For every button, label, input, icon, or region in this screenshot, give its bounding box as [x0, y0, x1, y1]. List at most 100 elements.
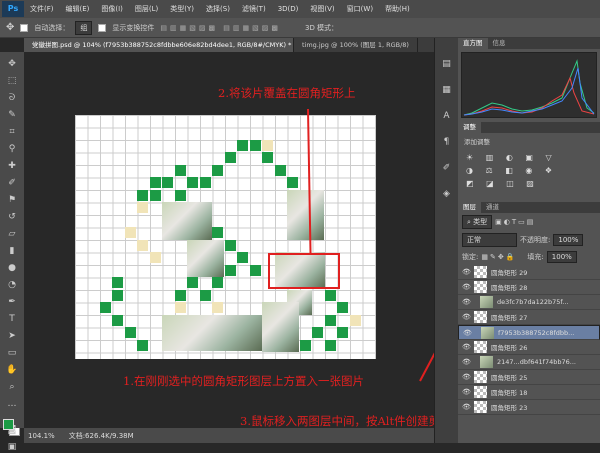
lasso-icon[interactable]: ᘐ	[6, 92, 18, 104]
photo-tile	[187, 240, 224, 277]
layer-row[interactable]: 👁 f7953b388752c8fdbb...	[458, 325, 600, 340]
menu-layer[interactable]: 图层(L)	[129, 4, 164, 14]
layer-row[interactable]: 👁 2147...dbf641f74bb76...	[458, 355, 600, 370]
layer-row[interactable]: 👁 圆角矩形 29	[458, 265, 600, 280]
tab-timg[interactable]: timg.jpg @ 100% (图层 1, RGB/8)	[294, 38, 418, 52]
auto-select-label: 自动选择：	[34, 23, 70, 32]
adjustment-icons[interactable]: ☀ ▥ ◐ ▣ ▽ ◑ ⚖ ◧ ◉ ❖ ◩ ◪ ◫ ▨	[458, 149, 600, 192]
auto-select-dropdown[interactable]: 组	[75, 20, 93, 35]
gradient-icon[interactable]: ▮	[6, 245, 18, 257]
photo-tile	[287, 190, 324, 240]
filter-icons[interactable]: ▣◐T▭▤	[495, 218, 535, 226]
auto-select-checkbox[interactable]	[20, 23, 29, 32]
layer-thumbnail	[474, 341, 487, 353]
visibility-eye-icon[interactable]: 👁	[462, 313, 471, 321]
brush-icon[interactable]: ✐	[6, 177, 18, 189]
menu-select[interactable]: 选择(S)	[200, 4, 236, 14]
lock-icons[interactable]: ▦✎✥🔒	[481, 253, 516, 261]
menu-image[interactable]: 图像(I)	[95, 4, 129, 14]
visibility-eye-icon[interactable]: 👁	[462, 358, 471, 366]
layer-row[interactable]: 👁 圆角矩形 23	[458, 400, 600, 415]
stamp-icon[interactable]: ⚑	[6, 194, 18, 206]
tab-histogram[interactable]: 直方图	[458, 38, 488, 49]
tab-info[interactable]: 信息	[488, 38, 511, 49]
menu-view[interactable]: 视图(V)	[304, 4, 340, 14]
tab-adjustments[interactable]: 调整	[458, 122, 481, 133]
visibility-eye-icon[interactable]: 👁	[462, 283, 471, 291]
blend-mode-dropdown[interactable]: 正常	[462, 233, 517, 247]
layer-name: 2147...dbf641f74bb76...	[497, 358, 576, 366]
eyedropper-icon[interactable]: ⚲	[6, 143, 18, 155]
layer-name: 圆角矩形 27	[491, 314, 528, 322]
pen-icon[interactable]: ✒	[6, 296, 18, 308]
quick-select-icon[interactable]: ✎	[6, 109, 18, 121]
options-bar: ✥ 自动选择： 组 显示变换控件 ▤▥▦▧▨▩ ▤▥▦▧▨▩ 3D 模式：	[0, 18, 600, 38]
blur-icon[interactable]: ●	[6, 262, 18, 274]
dodge-icon[interactable]: ◔	[6, 279, 18, 291]
menu-file[interactable]: 文件(F)	[24, 4, 60, 14]
move-tool-icon[interactable]: ✥	[6, 22, 14, 33]
3d-icon[interactable]: ◈	[441, 188, 453, 200]
menu-edit[interactable]: 编辑(E)	[60, 4, 96, 14]
layer-name: 圆角矩形 18	[491, 389, 528, 397]
visibility-eye-icon[interactable]: 👁	[462, 343, 471, 351]
visibility-eye-icon[interactable]: 👁	[462, 298, 471, 306]
layer-name: 圆角矩形 25	[491, 374, 528, 382]
layer-row[interactable]: 👁 圆角矩形 25	[458, 370, 600, 385]
photoshop-logo: Ps	[2, 1, 24, 17]
layer-row[interactable]: 👁 圆角矩形 27	[458, 310, 600, 325]
properties-icon[interactable]: ▦	[441, 84, 453, 96]
menu-3d[interactable]: 3D(D)	[272, 5, 305, 13]
layer-row[interactable]: 👁 圆角矩形 18	[458, 385, 600, 400]
menu-window[interactable]: 窗口(W)	[341, 4, 379, 14]
healing-icon[interactable]: ✚	[6, 160, 18, 172]
more-tools-icon[interactable]: …	[6, 398, 18, 410]
history-icon[interactable]: ▤	[441, 58, 453, 70]
histogram-graph	[462, 53, 596, 117]
visibility-eye-icon[interactable]: 👁	[462, 403, 471, 411]
shape-icon[interactable]: ▭	[6, 347, 18, 359]
layer-filter-dropdown[interactable]: ⌕ 类型	[462, 215, 493, 229]
layer-name: 圆角矩形 26	[491, 344, 528, 352]
path-select-icon[interactable]: ➤	[6, 330, 18, 342]
paragraph-icon[interactable]: ¶	[441, 136, 453, 148]
history-brush-icon[interactable]: ↺	[6, 211, 18, 223]
brush-panel-icon[interactable]: ✐	[441, 162, 453, 174]
crop-icon[interactable]: ⌗	[6, 126, 18, 138]
zoom-icon[interactable]: ⌕	[6, 381, 18, 393]
transform-controls-label: 显示变换控件	[112, 23, 155, 32]
layer-thumbnail	[474, 386, 487, 398]
adjustments-title: 添加调整	[464, 138, 490, 146]
artboard-grid[interactable]	[75, 115, 376, 359]
character-icon[interactable]: A	[441, 110, 453, 122]
layer-thumbnail	[481, 326, 494, 339]
visibility-eye-icon[interactable]: 👁	[462, 388, 471, 396]
menu-type[interactable]: 类型(Y)	[164, 4, 200, 14]
menu-bar: Ps 文件(F) 编辑(E) 图像(I) 图层(L) 类型(Y) 选择(S) 滤…	[0, 0, 600, 18]
layer-thumbnail	[480, 356, 493, 368]
fill-input[interactable]: 100%	[546, 251, 577, 263]
layer-row[interactable]: 👁 de3fc7b7da122b75f...	[458, 295, 600, 310]
layer-thumbnail	[474, 281, 487, 293]
layer-name: f7953b388752c8fdbb...	[498, 328, 575, 337]
marquee-icon[interactable]: ⬚	[6, 75, 18, 87]
visibility-eye-icon[interactable]: 👁	[462, 373, 471, 381]
tab-puzzle-psd[interactable]: 党徽拼图.psd @ 104% (f7953b388752c8fdbbe606e…	[24, 38, 294, 52]
menu-filter[interactable]: 滤镜(T)	[236, 4, 272, 14]
visibility-eye-icon[interactable]: 👁	[462, 268, 471, 276]
layer-thumbnail	[474, 311, 487, 323]
transform-controls-checkbox[interactable]	[98, 23, 107, 32]
hand-icon[interactable]: ✋	[6, 364, 18, 376]
layer-row[interactable]: 👁 圆角矩形 28	[458, 280, 600, 295]
opacity-input[interactable]: 100%	[553, 234, 584, 246]
tab-layers[interactable]: 图层	[458, 202, 481, 213]
align-icons[interactable]: ▤▥▦▧▨▩ ▤▥▦▧▨▩	[160, 24, 281, 32]
visibility-eye-icon[interactable]: 👁	[463, 329, 472, 337]
eraser-icon[interactable]: ▱	[6, 228, 18, 240]
menu-help[interactable]: 帮助(H)	[379, 4, 416, 14]
tab-channels[interactable]: 通道	[481, 202, 504, 213]
zoom-level[interactable]: 104.1%	[28, 432, 55, 440]
type-icon[interactable]: T	[6, 313, 18, 325]
move-icon[interactable]: ✥	[6, 58, 18, 70]
layer-row[interactable]: 👁 圆角矩形 26	[458, 340, 600, 355]
